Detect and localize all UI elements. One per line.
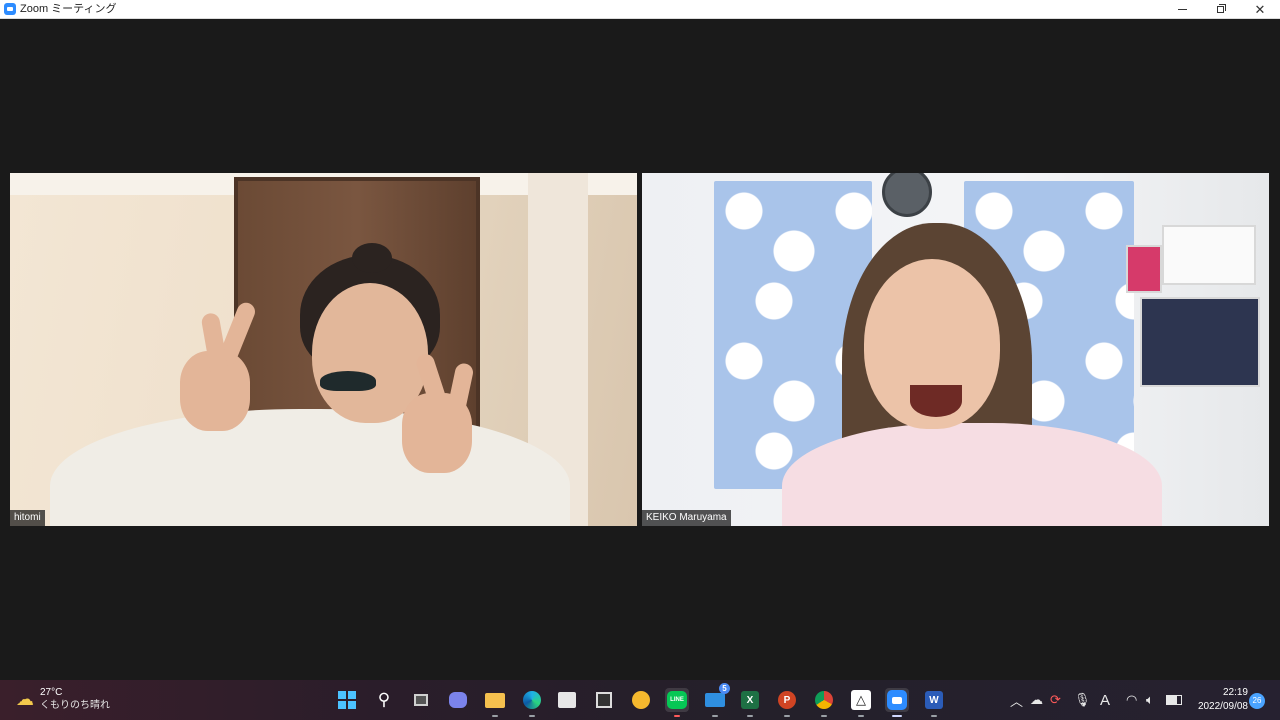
battery-tray[interactable]	[1166, 680, 1182, 720]
participant-hair-bun	[352, 243, 392, 273]
search-button[interactable]: ⚲	[372, 688, 396, 712]
line-button[interactable]: LINE	[665, 688, 689, 717]
maximize-icon	[1216, 4, 1226, 13]
participant-name-label: hitomi	[10, 510, 45, 526]
powerpoint-button[interactable]: P	[775, 688, 799, 717]
window-title-bar: Zoom ミーティング ✕	[0, 0, 1280, 19]
participant-smile	[910, 385, 962, 417]
battery-icon	[1166, 695, 1182, 705]
windows-taskbar: ☁ 27°C くもりのち晴れ ⚲ LINE 5 X P △ W ︿ ☁ ⟳ 🎙︎…	[0, 680, 1280, 720]
photos-icon	[596, 692, 612, 708]
minimize-icon	[1177, 9, 1187, 10]
ime-mode-label: A	[1100, 691, 1111, 709]
speaker-icon: 🔈︎	[1146, 692, 1154, 707]
teams-chat-button[interactable]	[446, 688, 470, 712]
video-tile-keiko-maruyama[interactable]: KEIKO Maruyama	[642, 173, 1269, 526]
notification-badge[interactable]: 26	[1249, 693, 1265, 709]
word-button[interactable]: W	[922, 688, 946, 717]
yellow-app-button[interactable]	[629, 688, 653, 712]
task-view-button[interactable]	[409, 688, 433, 712]
weather-widget[interactable]: ☁ 27°C くもりのち晴れ	[16, 686, 110, 712]
app-triangle-icon: △	[851, 690, 871, 710]
zoom-icon	[4, 3, 16, 15]
search-icon: ⚲	[377, 690, 391, 709]
edge-button[interactable]	[520, 688, 544, 717]
store-icon	[558, 692, 576, 708]
clock-time: 22:19	[1222, 687, 1248, 698]
microphone-tray[interactable]: 🎙︎	[1074, 680, 1091, 720]
partly-cloudy-icon: ☁	[16, 688, 34, 709]
participant-body	[782, 423, 1162, 526]
close-button[interactable]: ✕	[1240, 0, 1280, 19]
wifi-tray[interactable]: ◠	[1126, 680, 1137, 720]
start-button[interactable]	[335, 688, 359, 712]
maximize-button[interactable]	[1200, 0, 1240, 19]
powerpoint-icon: P	[778, 691, 796, 709]
minimize-button[interactable]	[1162, 0, 1202, 19]
task-view-icon	[414, 694, 428, 706]
wifi-icon: ◠	[1126, 692, 1138, 707]
weather-temperature: 27°C	[40, 687, 63, 698]
edge-icon	[523, 691, 541, 709]
wall-certificate-framed	[1140, 297, 1260, 387]
line-icon: LINE	[667, 691, 687, 709]
volume-tray[interactable]: 🔈︎	[1146, 680, 1154, 720]
chevron-up-icon: ︿	[1010, 693, 1024, 709]
close-icon: ✕	[1254, 2, 1266, 17]
video-tile-hitomi[interactable]: hitomi	[10, 173, 637, 526]
zoom-app-icon	[887, 690, 907, 710]
mail-button[interactable]: 5	[703, 683, 730, 717]
mail-badge: 5	[719, 683, 730, 694]
teams-chat-icon	[449, 692, 467, 708]
mustache-filter	[320, 371, 376, 391]
participant-name-label: KEIKO Maruyama	[642, 510, 731, 526]
clock-date: 2022/09/08	[1197, 701, 1248, 712]
mail-icon	[705, 693, 725, 707]
onedrive-tray[interactable]: ☁	[1030, 680, 1043, 720]
sync-icon: ⟳	[1050, 692, 1061, 707]
window-title: Zoom ミーティング	[20, 2, 117, 15]
excel-button[interactable]: X	[738, 688, 762, 717]
chrome-icon	[815, 691, 833, 709]
cloud-icon: ☁	[1030, 692, 1043, 707]
photos-button[interactable]	[592, 688, 616, 712]
taskbar-clock[interactable]: 22:19 2022/09/08	[1188, 686, 1248, 714]
excel-icon: X	[741, 691, 759, 709]
zoom-app-button[interactable]	[885, 688, 909, 717]
store-button[interactable]	[555, 688, 579, 712]
word-icon: W	[925, 691, 943, 709]
file-explorer-button[interactable]	[483, 688, 507, 717]
triangle-app-button[interactable]: △	[849, 688, 873, 717]
wall-certificate	[1162, 225, 1256, 285]
sync-tray[interactable]: ⟳	[1050, 680, 1061, 720]
chrome-button[interactable]	[812, 688, 836, 717]
microphone-icon: 🎙︎	[1074, 692, 1091, 707]
wall-picture	[1126, 245, 1162, 293]
ime-indicator[interactable]: A	[1100, 680, 1110, 720]
show-hidden-icons-button[interactable]: ︿	[1010, 680, 1023, 720]
weather-description: くもりのち晴れ	[40, 700, 110, 711]
file-explorer-icon	[485, 692, 505, 708]
app-yellow-icon	[632, 691, 650, 709]
start-icon	[338, 691, 356, 709]
